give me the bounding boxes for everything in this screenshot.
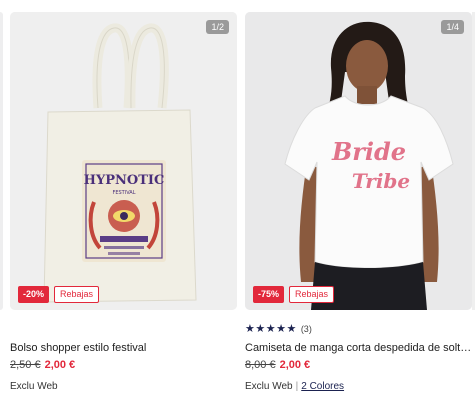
price-row: 2,50 €2,00 € xyxy=(10,359,75,371)
colors-link[interactable]: 2 Colores xyxy=(301,381,344,392)
discount-badge: -75% xyxy=(253,286,285,303)
tshirt-model-illustration: Bride Tribe xyxy=(245,12,472,310)
tote-bag-illustration: HYPNOTIC FESTIVAL xyxy=(10,12,237,310)
product-image[interactable]: Bride Tribe 1/4 -75% Rebajas xyxy=(245,12,472,310)
old-price: 8,00 € xyxy=(245,359,276,371)
tshirt-print-line1: Bride xyxy=(331,137,406,166)
rating-count: (3) xyxy=(300,323,312,334)
sale-badge: Rebajas xyxy=(54,286,100,303)
product-title[interactable]: Camiseta de manga corta despedida de sol… xyxy=(245,342,472,354)
image-counter: 1/4 xyxy=(441,20,464,34)
meta-separator: | xyxy=(295,381,299,392)
old-price: 2,50 € xyxy=(10,359,41,371)
sale-badge: Rebajas xyxy=(289,286,335,303)
product-meta: Exclu Web | 2 Colores xyxy=(245,381,344,392)
discount-badge: -20% xyxy=(18,286,50,303)
new-price: 2,00 € xyxy=(279,359,311,371)
tshirt-print-line2: Tribe xyxy=(352,169,410,193)
tote-print-subtitle: FESTIVAL xyxy=(112,190,135,196)
new-price: 2,00 € xyxy=(44,359,76,371)
product-meta: Exclu Web xyxy=(10,381,58,392)
product-image[interactable]: HYPNOTIC FESTIVAL 1/2 -20% Rebajas xyxy=(10,12,237,310)
tote-print-title: HYPNOTIC xyxy=(84,173,165,188)
exclusive-tag: Exclu Web xyxy=(245,381,293,392)
exclusive-tag: Exclu Web xyxy=(10,381,58,392)
rating[interactable]: ★★★★★ (3) xyxy=(245,322,312,335)
product-title[interactable]: Bolso shopper estilo festival xyxy=(10,342,237,354)
previous-product-card-edge[interactable] xyxy=(0,12,3,310)
rating-stars-icon: ★★★★★ xyxy=(245,323,297,335)
image-counter: 1/2 xyxy=(206,20,229,34)
price-row: 8,00 €2,00 € xyxy=(245,359,310,371)
